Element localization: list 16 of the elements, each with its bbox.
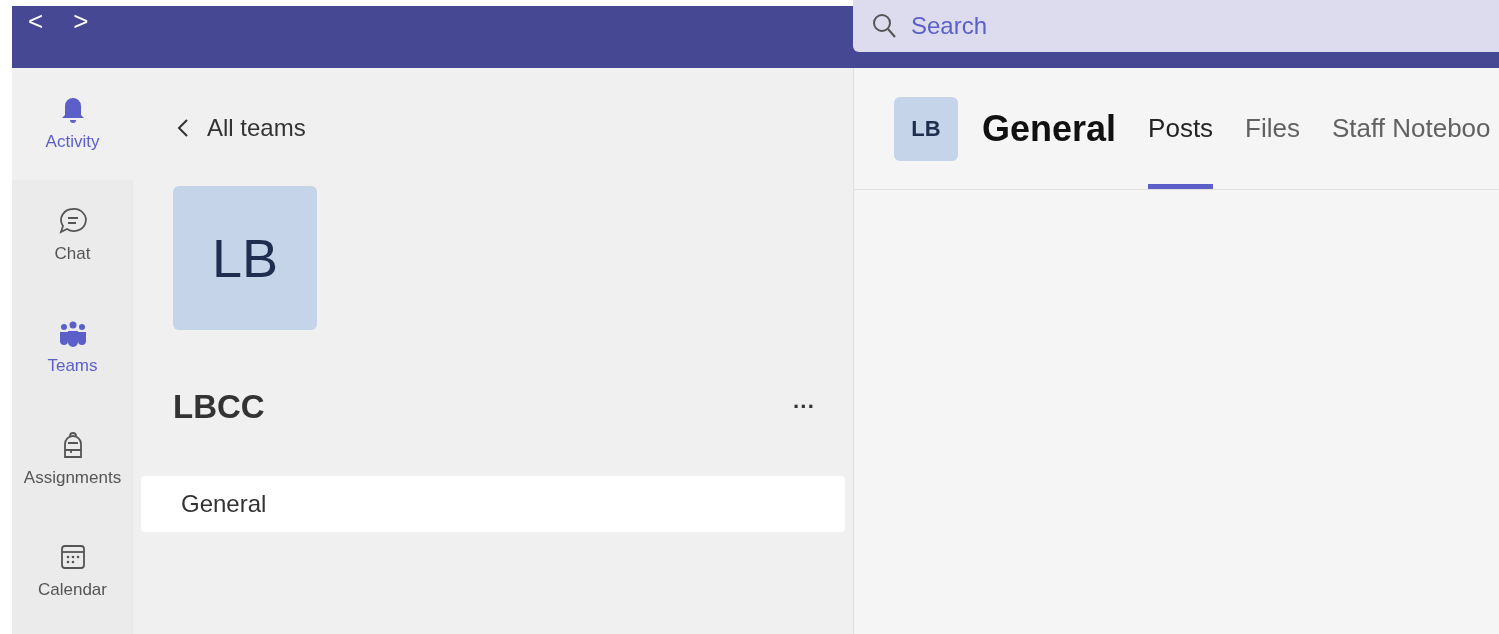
search-field[interactable]: Search bbox=[853, 0, 1499, 52]
chevron-left-icon bbox=[177, 118, 189, 138]
team-avatar: LB bbox=[173, 186, 317, 330]
channel-tab[interactable]: Staff Noteboo bbox=[1332, 68, 1491, 189]
all-teams-button[interactable]: All teams bbox=[177, 110, 306, 146]
channel-tab[interactable]: Files bbox=[1245, 68, 1300, 189]
channel-avatar: LB bbox=[894, 96, 958, 161]
search-icon bbox=[871, 12, 897, 40]
channel-title: General bbox=[982, 106, 1117, 151]
rail-item[interactable]: Activity bbox=[12, 68, 133, 180]
forward-button[interactable]: > bbox=[73, 8, 89, 34]
more-options-button[interactable]: ··· bbox=[793, 390, 815, 424]
team-name: LBCC bbox=[173, 387, 265, 427]
channel-item[interactable]: General bbox=[141, 475, 845, 532]
channel-tab[interactable]: Posts bbox=[1148, 68, 1214, 189]
back-button[interactable]: < bbox=[28, 8, 44, 34]
